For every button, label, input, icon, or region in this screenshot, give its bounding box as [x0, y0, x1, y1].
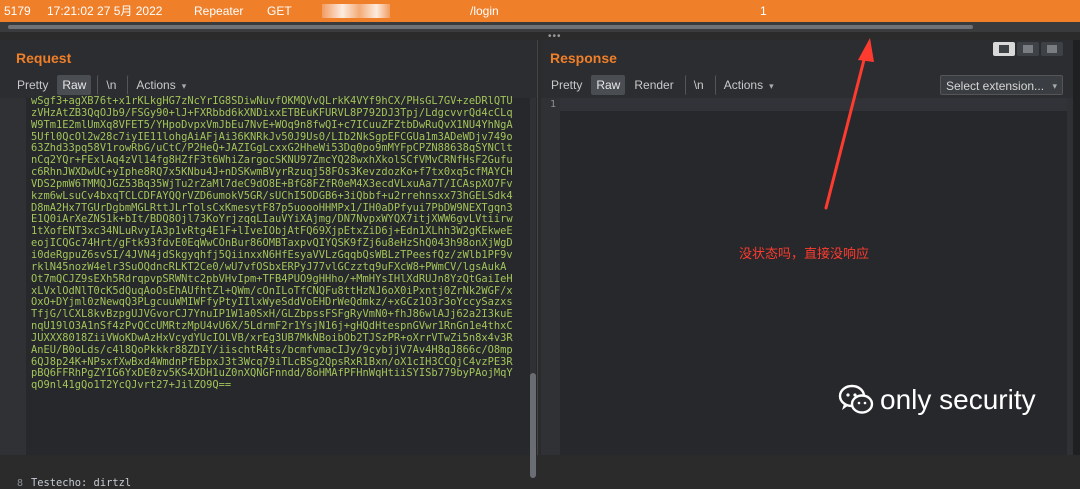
- watermark: only security: [838, 384, 1036, 416]
- annotation-text: 没状态吗，直接没响应: [739, 246, 870, 261]
- line-number: 8: [17, 478, 24, 489]
- watermark-text: only security: [880, 384, 1036, 415]
- request-header-line[interactable]: Testecho: dirtzl: [31, 477, 131, 489]
- chat-bubbles-icon: [838, 384, 874, 416]
